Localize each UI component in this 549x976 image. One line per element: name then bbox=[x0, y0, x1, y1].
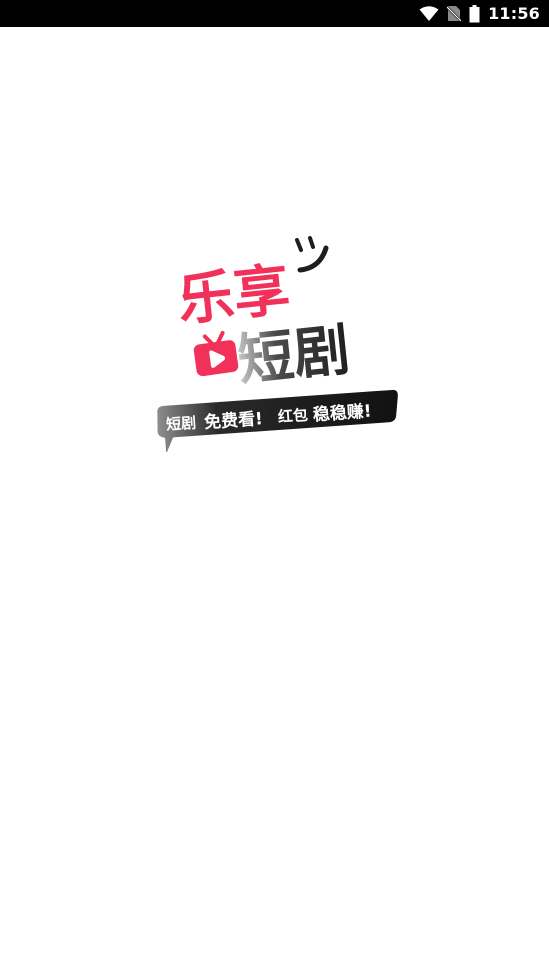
app-logo: 乐享 短剧 短剧 免费看! 红包 稳稳赚! bbox=[150, 228, 406, 452]
logo-line-2: 短剧 bbox=[235, 318, 353, 394]
splash-screen: 11:56 乐享 短剧 短剧 免费看! 红包 稳稳赚! bbox=[0, 0, 549, 976]
slogan-part-1: 短剧 bbox=[166, 414, 197, 434]
tv-play-icon bbox=[193, 330, 239, 377]
slogan-banner: 短剧 免费看! 红包 稳稳赚! bbox=[157, 389, 398, 452]
smile-mark-icon bbox=[295, 236, 329, 273]
slogan-part-2: 免费看! bbox=[203, 408, 263, 433]
status-bar: 11:56 bbox=[0, 0, 549, 27]
status-time: 11:56 bbox=[488, 4, 540, 23]
wifi-icon bbox=[419, 0, 439, 27]
slogan-part-4: 稳稳赚! bbox=[312, 400, 372, 425]
battery-icon bbox=[469, 0, 480, 27]
no-sim-icon bbox=[447, 0, 462, 27]
slogan-part-3: 红包 bbox=[277, 406, 308, 426]
logo-line-1: 乐享 bbox=[175, 258, 293, 334]
